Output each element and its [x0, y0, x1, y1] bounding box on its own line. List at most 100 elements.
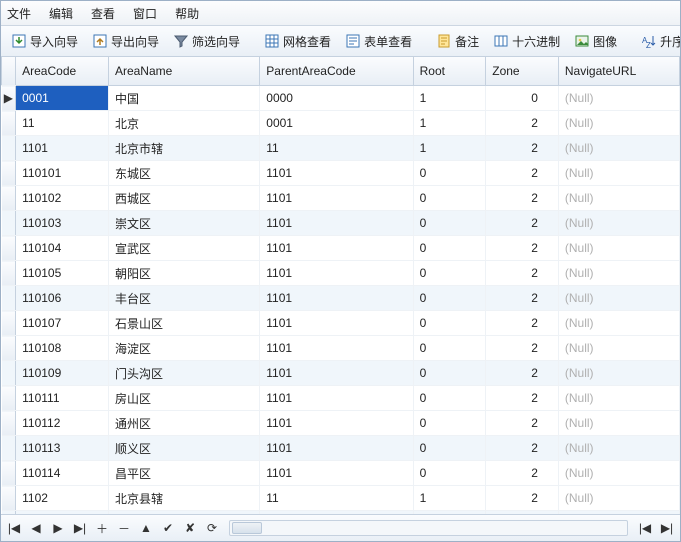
menu-item-0[interactable]: 文件 — [7, 5, 31, 22]
table-row[interactable]: ▶0001中国000010(Null) — [2, 86, 680, 111]
table-row[interactable]: 110102西城区110102(Null) — [2, 186, 680, 211]
column-header-AreaName[interactable]: AreaName — [108, 57, 259, 86]
cell-AreaCode[interactable]: 11 — [16, 111, 109, 136]
cell-Root[interactable]: 0 — [413, 386, 486, 411]
cell-NavigateURL[interactable]: (Null) — [558, 311, 679, 336]
cell-NavigateURL[interactable]: (Null) — [558, 361, 679, 386]
cell-ParentAreaCode[interactable]: 1101 — [260, 211, 413, 236]
table-row[interactable]: 110109门头沟区110102(Null) — [2, 361, 680, 386]
cell-AreaName[interactable]: 石景山区 — [108, 311, 259, 336]
cell-AreaCode[interactable]: 110111 — [16, 386, 109, 411]
cell-Root[interactable]: 1 — [413, 86, 486, 111]
table-row[interactable]: 110106丰台区110102(Null) — [2, 286, 680, 311]
table-row[interactable]: 110111房山区110102(Null) — [2, 386, 680, 411]
cell-AreaName[interactable]: 崇文区 — [108, 211, 259, 236]
cell-Zone[interactable]: 2 — [486, 361, 559, 386]
cell-AreaCode[interactable]: 110113 — [16, 436, 109, 461]
cell-ParentAreaCode[interactable]: 1101 — [260, 411, 413, 436]
toolbar-image-button[interactable]: 图像 — [570, 31, 621, 52]
cell-ParentAreaCode[interactable]: 1101 — [260, 461, 413, 486]
cell-Zone[interactable]: 2 — [486, 336, 559, 361]
toolbar-form-button[interactable]: 表单查看 — [341, 31, 416, 52]
cell-ParentAreaCode[interactable]: 0000 — [260, 86, 413, 111]
cell-Zone[interactable]: 2 — [486, 311, 559, 336]
nav-last-button[interactable]: ▶| — [73, 521, 87, 535]
cell-NavigateURL[interactable]: (Null) — [558, 411, 679, 436]
toolbar-hex-button[interactable]: 十六进制 — [489, 31, 564, 52]
nav-add-button[interactable]: ＋ — [95, 521, 109, 535]
table-row[interactable]: 110112通州区110102(Null) — [2, 411, 680, 436]
cell-AreaName[interactable]: 北京市辖 — [108, 136, 259, 161]
cell-AreaCode[interactable]: 110103 — [16, 211, 109, 236]
nav-refresh-button[interactable]: ⟳ — [205, 521, 219, 535]
column-header-ParentAreaCode[interactable]: ParentAreaCode — [260, 57, 413, 86]
cell-Zone[interactable]: 2 — [486, 486, 559, 511]
cell-AreaName[interactable]: 西城区 — [108, 186, 259, 211]
cell-Zone[interactable]: 2 — [486, 411, 559, 436]
toolbar-export-button[interactable]: 导出向导 — [88, 31, 163, 52]
cell-AreaName[interactable]: 中国 — [108, 86, 259, 111]
nav-scroll-thumb[interactable] — [232, 522, 262, 534]
nav-right1-button[interactable]: |◀ — [638, 521, 652, 535]
cell-ParentAreaCode[interactable]: 1101 — [260, 186, 413, 211]
table-row[interactable]: 110114昌平区110102(Null) — [2, 461, 680, 486]
nav-cancel-button[interactable]: ✘ — [183, 521, 197, 535]
nav-del-button[interactable]: － — [117, 521, 131, 535]
nav-ok-button[interactable]: ✔ — [161, 521, 175, 535]
cell-AreaName[interactable]: 海淀区 — [108, 336, 259, 361]
cell-NavigateURL[interactable]: (Null) — [558, 486, 679, 511]
cell-Root[interactable]: 0 — [413, 411, 486, 436]
column-header-Zone[interactable]: Zone — [486, 57, 559, 86]
cell-Root[interactable]: 0 — [413, 211, 486, 236]
cell-Zone[interactable]: 2 — [486, 186, 559, 211]
cell-Root[interactable]: 1 — [413, 136, 486, 161]
cell-AreaCode[interactable]: 110102 — [16, 186, 109, 211]
cell-Root[interactable]: 0 — [413, 186, 486, 211]
cell-ParentAreaCode[interactable]: 1101 — [260, 161, 413, 186]
cell-Zone[interactable]: 2 — [486, 236, 559, 261]
cell-Root[interactable]: 0 — [413, 286, 486, 311]
cell-Zone[interactable]: 2 — [486, 211, 559, 236]
cell-ParentAreaCode[interactable]: 1101 — [260, 336, 413, 361]
data-grid[interactable]: AreaCodeAreaNameParentAreaCodeRootZoneNa… — [1, 57, 680, 515]
menu-item-2[interactable]: 查看 — [91, 5, 115, 22]
cell-NavigateURL[interactable]: (Null) — [558, 461, 679, 486]
cell-ParentAreaCode[interactable]: 1101 — [260, 286, 413, 311]
nav-right2-button[interactable]: ▶| — [660, 521, 674, 535]
table-row[interactable]: 110104宣武区110102(Null) — [2, 236, 680, 261]
cell-ParentAreaCode[interactable]: 1101 — [260, 361, 413, 386]
nav-first-button[interactable]: |◀ — [7, 521, 21, 535]
cell-NavigateURL[interactable]: (Null) — [558, 236, 679, 261]
cell-Root[interactable]: 0 — [413, 361, 486, 386]
cell-AreaName[interactable]: 昌平区 — [108, 461, 259, 486]
cell-AreaCode[interactable]: 110109 — [16, 361, 109, 386]
cell-ParentAreaCode[interactable]: 11 — [260, 486, 413, 511]
column-header-AreaCode[interactable]: AreaCode — [16, 57, 109, 86]
cell-Zone[interactable]: 2 — [486, 261, 559, 286]
cell-AreaName[interactable]: 顺义区 — [108, 436, 259, 461]
cell-AreaCode[interactable]: 110107 — [16, 311, 109, 336]
cell-Zone[interactable]: 2 — [486, 461, 559, 486]
nav-edit-button[interactable]: ▲ — [139, 521, 153, 535]
cell-Root[interactable]: 0 — [413, 336, 486, 361]
cell-Root[interactable]: 1 — [413, 486, 486, 511]
cell-NavigateURL[interactable]: (Null) — [558, 111, 679, 136]
menu-item-4[interactable]: 帮助 — [175, 5, 199, 22]
table-row[interactable]: 11北京000112(Null) — [2, 111, 680, 136]
toolbar-grid-button[interactable]: 网格查看 — [260, 31, 335, 52]
cell-NavigateURL[interactable]: (Null) — [558, 336, 679, 361]
cell-ParentAreaCode[interactable]: 0001 — [260, 111, 413, 136]
cell-Zone[interactable]: 2 — [486, 436, 559, 461]
cell-AreaName[interactable]: 房山区 — [108, 386, 259, 411]
table-row[interactable]: 1101北京市辖1112(Null) — [2, 136, 680, 161]
table-row[interactable]: 110108海淀区110102(Null) — [2, 336, 680, 361]
cell-Zone[interactable]: 2 — [486, 136, 559, 161]
table-row[interactable]: 1102北京县辖1112(Null) — [2, 486, 680, 511]
cell-AreaName[interactable]: 北京县辖 — [108, 486, 259, 511]
cell-Root[interactable]: 0 — [413, 436, 486, 461]
cell-AreaCode[interactable]: 1101 — [16, 136, 109, 161]
table-row[interactable]: 110101东城区110102(Null) — [2, 161, 680, 186]
cell-AreaCode[interactable]: 1102 — [16, 486, 109, 511]
cell-AreaCode[interactable]: 110105 — [16, 261, 109, 286]
cell-AreaCode[interactable]: 110108 — [16, 336, 109, 361]
